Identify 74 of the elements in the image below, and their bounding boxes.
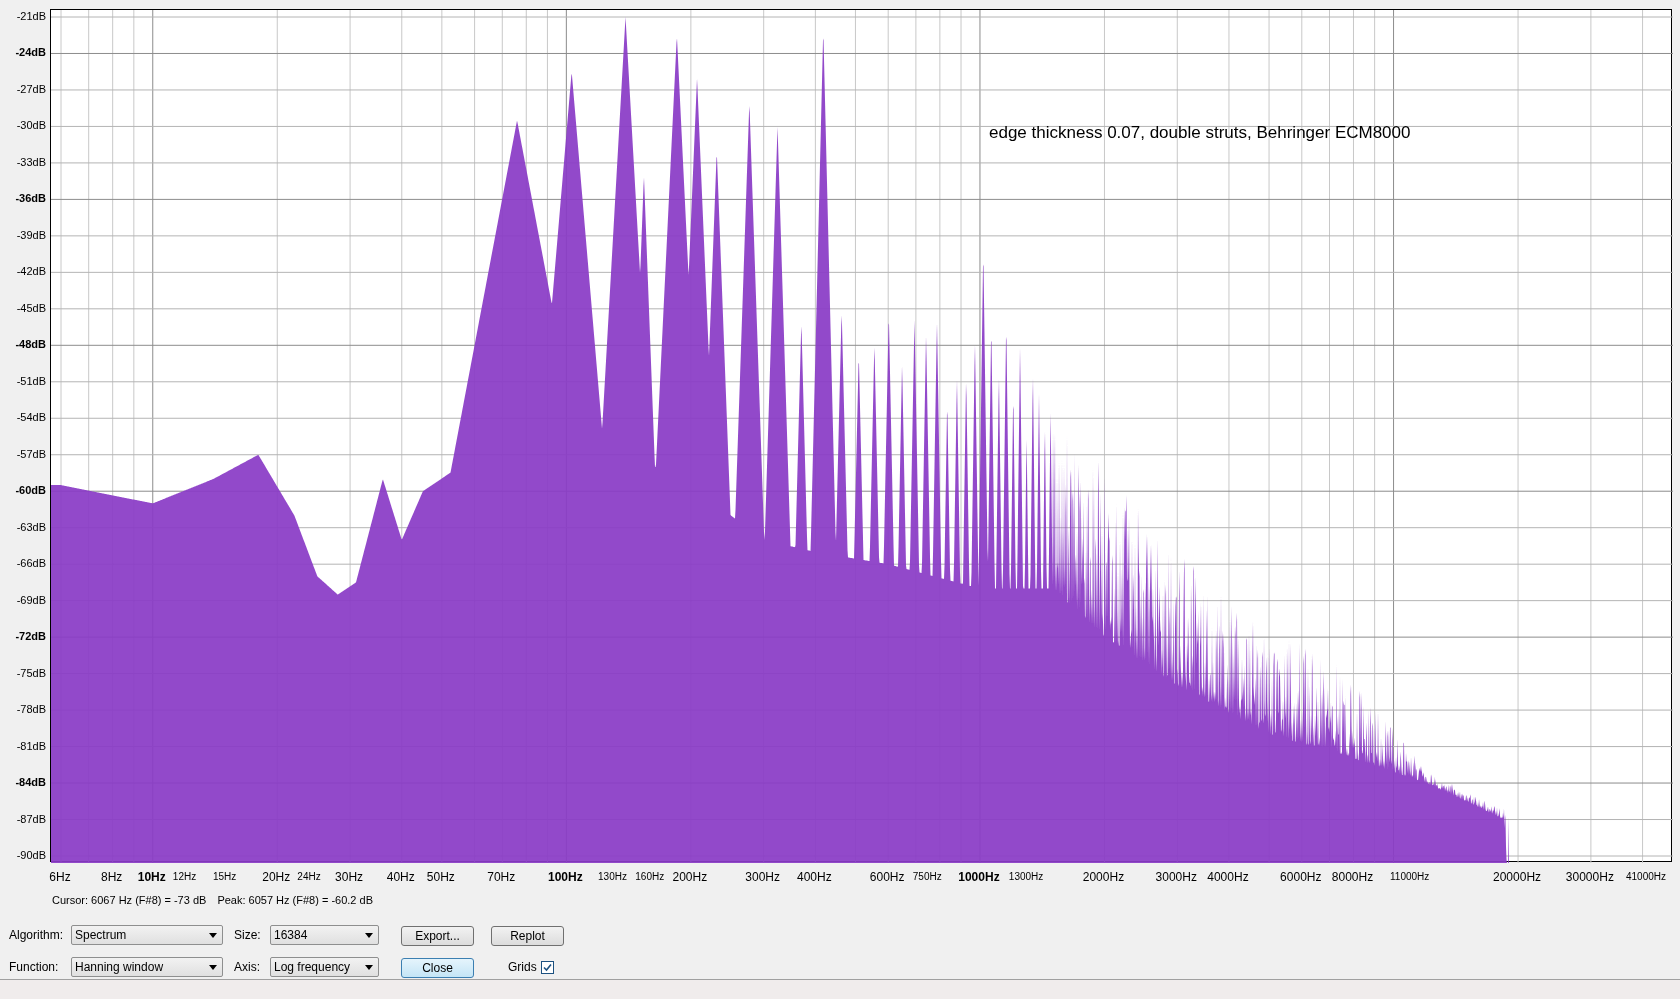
- push-button[interactable]: Export...: [401, 926, 474, 947]
- caret-icon: [209, 932, 217, 938]
- x-axis-label: 200Hz: [672, 869, 708, 886]
- x-axis-label: 750Hz: [912, 870, 942, 884]
- field-label: Algorithm:: [9, 927, 65, 945]
- checkbox-label: Grids: [508, 959, 537, 977]
- push-button[interactable]: Close: [401, 958, 474, 979]
- x-axis-label: 6000Hz: [1280, 869, 1322, 886]
- x-axis-label: 11000Hz: [1390, 870, 1430, 884]
- x-axis-label: 1000Hz: [958, 869, 1000, 886]
- y-axis-label: -51dB: [16, 374, 46, 387]
- y-axis-label: -84dB: [15, 776, 46, 789]
- caret-icon: [365, 932, 373, 938]
- y-axis-label: -66dB: [16, 557, 46, 570]
- x-axis-label: 300Hz: [745, 869, 781, 886]
- x-axis-label: 30000Hz: [1565, 869, 1614, 886]
- x-axis-label: 10Hz: [137, 869, 166, 886]
- y-axis-label: -90dB: [16, 849, 46, 861]
- x-axis-label: 30Hz: [335, 869, 364, 886]
- x-axis-label: 70Hz: [487, 869, 516, 886]
- x-axis-label: 15Hz: [212, 870, 237, 884]
- caret-icon: [209, 964, 217, 970]
- y-axis-label: -36dB: [15, 192, 46, 205]
- y-axis-label: -63dB: [16, 520, 46, 533]
- checkbox[interactable]: [540, 960, 554, 974]
- y-axis-label: -75dB: [16, 666, 46, 679]
- field-label: Function:: [9, 959, 60, 977]
- y-axis-label: -57dB: [16, 447, 46, 460]
- y-axis-label: -45dB: [16, 301, 46, 314]
- x-axis-label: 6Hz: [49, 869, 71, 886]
- y-axis-label: -48dB: [15, 338, 46, 351]
- annotation-text: edge thickness 0.07, double struts, Behringer ECM8000: [989, 122, 1411, 144]
- x-axis-label: 8000Hz: [1331, 869, 1374, 886]
- x-axis-label: 40Hz: [386, 869, 415, 886]
- x-axis-label: 600Hz: [869, 869, 905, 886]
- y-axis-label: -27dB: [16, 82, 46, 95]
- x-axis-label: 20Hz: [262, 869, 291, 886]
- push-button[interactable]: Replot: [491, 926, 564, 947]
- y-axis-label: -54dB: [16, 411, 46, 424]
- field-label: Axis:: [233, 959, 261, 977]
- x-axis-label: 4000Hz: [1207, 869, 1249, 886]
- y-axis-label: -30dB: [16, 119, 46, 132]
- x-axis-label: 8Hz: [101, 869, 123, 886]
- x-axis-label: 130Hz: [598, 870, 627, 884]
- readout-text: Peak: 6057 Hz (F#8) = -60.2 dB: [217, 892, 373, 908]
- x-axis-label: 2000Hz: [1082, 869, 1125, 886]
- y-axis-label: -69dB: [16, 593, 46, 606]
- y-axis-label: -81dB: [16, 739, 46, 752]
- dropdown[interactable]: Spectrum: [71, 925, 223, 946]
- x-axis-label: 20000Hz: [1493, 869, 1542, 886]
- x-axis-label: 24Hz: [297, 870, 321, 884]
- dropdown[interactable]: Log frequency: [270, 957, 379, 978]
- y-axis-label: -78dB: [16, 703, 46, 716]
- caret-icon: [365, 964, 373, 970]
- x-axis-label: 100Hz: [548, 869, 583, 886]
- y-axis-label: -39dB: [16, 228, 46, 241]
- field-label: Size:: [233, 927, 262, 945]
- y-axis-label: -72dB: [15, 630, 46, 643]
- y-axis-label: -87dB: [16, 812, 46, 825]
- y-axis-label: -42dB: [16, 265, 46, 278]
- y-axis-label: -21dB: [16, 10, 46, 22]
- x-axis-label: 50Hz: [426, 869, 455, 886]
- dropdown[interactable]: Hanning window: [71, 957, 223, 978]
- dropdown[interactable]: 16384: [270, 925, 379, 946]
- y-axis-label: -33dB: [16, 155, 46, 168]
- x-axis-label: 160Hz: [635, 870, 665, 884]
- y-axis-label: -60dB: [15, 484, 46, 497]
- x-axis-label: 1300Hz: [1008, 870, 1044, 884]
- x-axis-label: 400Hz: [797, 869, 832, 886]
- readout-text: Cursor: 6067 Hz (F#8) = -73 dB: [52, 892, 207, 908]
- y-axis-label: -24dB: [15, 46, 46, 59]
- x-axis-label: 41000Hz: [1626, 870, 1666, 884]
- x-axis-label: 3000Hz: [1155, 869, 1197, 886]
- x-axis-label: 12Hz: [172, 870, 197, 884]
